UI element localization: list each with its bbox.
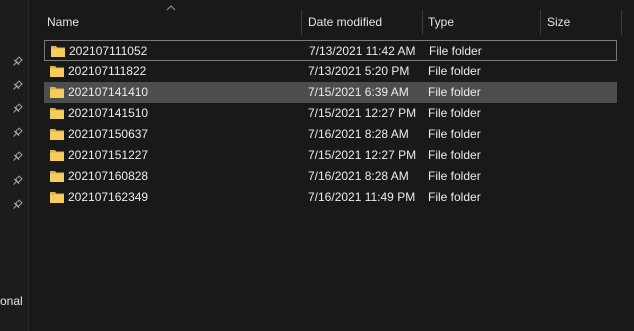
file-name: 202107150637: [68, 127, 149, 141]
pane-divider[interactable]: [28, 0, 29, 331]
file-name: 202107162349: [68, 190, 149, 204]
sort-ascending-icon: [166, 5, 176, 11]
folder-icon: [50, 171, 64, 182]
file-name: 202107151227: [68, 148, 149, 162]
folder-icon: [50, 66, 64, 77]
file-date-modified: 7/16/2021 11:49 PM: [308, 190, 416, 204]
column-header-date-modified[interactable]: Date modified: [308, 15, 382, 29]
column-separator[interactable]: [422, 10, 423, 35]
navigation-pane: onal: [0, 0, 28, 331]
file-date-modified: 7/13/2021 5:20 PM: [308, 64, 410, 78]
file-type: File folder: [428, 169, 481, 183]
file-type: File folder: [429, 44, 482, 58]
pin-icon: [13, 80, 23, 90]
file-name: 202107141410: [68, 85, 149, 99]
column-separator[interactable]: [621, 10, 622, 35]
file-type: File folder: [428, 148, 481, 162]
file-row[interactable]: 202107150637 7/16/2021 8:28 AM File folder: [44, 124, 617, 145]
file-explorer-window: onal Name Date modified Type Size 202107…: [0, 0, 634, 331]
folder-icon: [50, 192, 64, 203]
file-row[interactable]: 202107151227 7/15/2021 12:27 PM File folde…: [44, 145, 617, 166]
file-type: File folder: [428, 64, 481, 78]
file-date-modified: 7/15/2021 12:27 PM: [308, 106, 417, 120]
file-row[interactable]: 202107162349 7/16/2021 11:49 PM File folde…: [44, 187, 617, 208]
folder-icon: [51, 46, 65, 57]
nav-item-label[interactable]: onal: [0, 294, 23, 308]
file-date-modified: 7/16/2021 8:28 AM: [308, 169, 409, 183]
pin-icon: [13, 127, 23, 137]
file-row[interactable]: 202107160828 7/16/2021 8:28 AM File folder: [44, 166, 617, 187]
file-row[interactable]: 202107111052 7/13/2021 11:42 AM File folde…: [44, 40, 617, 61]
file-type: File folder: [428, 85, 481, 99]
file-row[interactable]: 202107141510 7/15/2021 12:27 PM File folde…: [44, 103, 617, 124]
file-date-modified: 7/15/2021 6:39 AM: [308, 85, 409, 99]
pin-icon: [13, 103, 23, 113]
file-name: 202107111052: [69, 44, 148, 58]
column-header: Name Date modified Type Size: [29, 0, 634, 38]
file-row[interactable]: 202107111822 7/13/2021 5:20 PM File folder: [44, 61, 617, 82]
folder-icon: [50, 87, 64, 98]
file-date-modified: 7/13/2021 11:42 AM: [309, 44, 416, 58]
pin-icon: [13, 56, 23, 66]
column-header-name[interactable]: Name: [47, 15, 79, 29]
file-date-modified: 7/15/2021 12:27 PM: [308, 148, 417, 162]
folder-icon: [50, 108, 64, 119]
file-type: File folder: [428, 190, 481, 204]
file-date-modified: 7/16/2021 8:28 AM: [308, 127, 409, 141]
folder-icon: [50, 150, 64, 161]
column-separator[interactable]: [540, 10, 541, 35]
file-type: File folder: [428, 106, 481, 120]
pin-icon: [13, 175, 23, 185]
file-name: 202107111822: [68, 64, 147, 78]
column-header-type[interactable]: Type: [428, 15, 454, 29]
file-name: 202107160828: [68, 169, 149, 183]
column-separator[interactable]: [301, 10, 302, 35]
file-type: File folder: [428, 127, 481, 141]
folder-icon: [50, 129, 64, 140]
file-name: 202107141510: [68, 106, 149, 120]
file-row[interactable]: 202107141410 7/15/2021 6:39 AM File folder: [44, 82, 617, 103]
column-header-size[interactable]: Size: [547, 15, 570, 29]
pin-icon: [13, 199, 23, 209]
pin-icon: [13, 151, 23, 161]
